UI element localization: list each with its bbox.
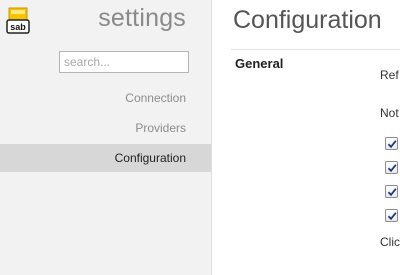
setting-hint-fragment: Clic bbox=[380, 235, 400, 249]
search-input[interactable] bbox=[59, 51, 189, 73]
svg-text:sab: sab bbox=[10, 22, 26, 32]
setting-note-fragment: Not bbox=[380, 106, 399, 120]
setting-checkbox[interactable] bbox=[385, 185, 398, 198]
setting-checkbox[interactable] bbox=[385, 209, 398, 222]
sidebar-item-configuration[interactable]: Configuration bbox=[0, 144, 211, 172]
sidebar-item-providers[interactable]: Providers bbox=[0, 114, 211, 142]
app-window: sab settings Connection Providers Config… bbox=[0, 0, 400, 275]
sidebar: sab settings Connection Providers Config… bbox=[0, 0, 212, 275]
sabnzbd-logo[interactable]: sab bbox=[5, 6, 31, 34]
setting-checkbox[interactable] bbox=[385, 161, 398, 174]
sidebar-item-connection[interactable]: Connection bbox=[0, 84, 211, 112]
section-heading-general: General bbox=[235, 56, 284, 71]
main-content: Configuration General Ref Not Clic bbox=[213, 0, 400, 275]
title-divider bbox=[231, 49, 400, 50]
setting-checkbox[interactable] bbox=[385, 137, 398, 150]
setting-label-fragment: Ref bbox=[380, 68, 399, 82]
sidebar-title: settings bbox=[98, 4, 186, 32]
page-title: Configuration bbox=[233, 6, 382, 34]
